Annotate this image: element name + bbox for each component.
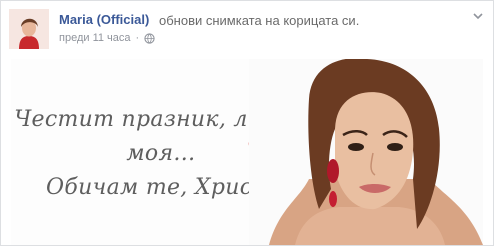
cover-photo-post: Maria (Official) обнови снимката на кори… xyxy=(0,0,494,246)
chevron-down-icon[interactable] xyxy=(471,9,485,23)
globe-icon[interactable] xyxy=(144,32,155,44)
author-avatar[interactable] xyxy=(9,9,49,49)
timestamp-link[interactable]: преди 11 часа xyxy=(59,32,131,44)
author-name-link[interactable]: Maria (Official) xyxy=(59,12,149,27)
portrait-image xyxy=(249,59,483,245)
post-action-text: обнови снимката на корицата си. xyxy=(159,13,360,28)
post-meta: преди 11 часа · xyxy=(59,32,155,44)
meta-separator: · xyxy=(135,32,140,44)
cover-photo[interactable]: Честит празник, любов моя… Обичам те, Хр… xyxy=(11,59,483,245)
avatar-image xyxy=(9,9,49,49)
